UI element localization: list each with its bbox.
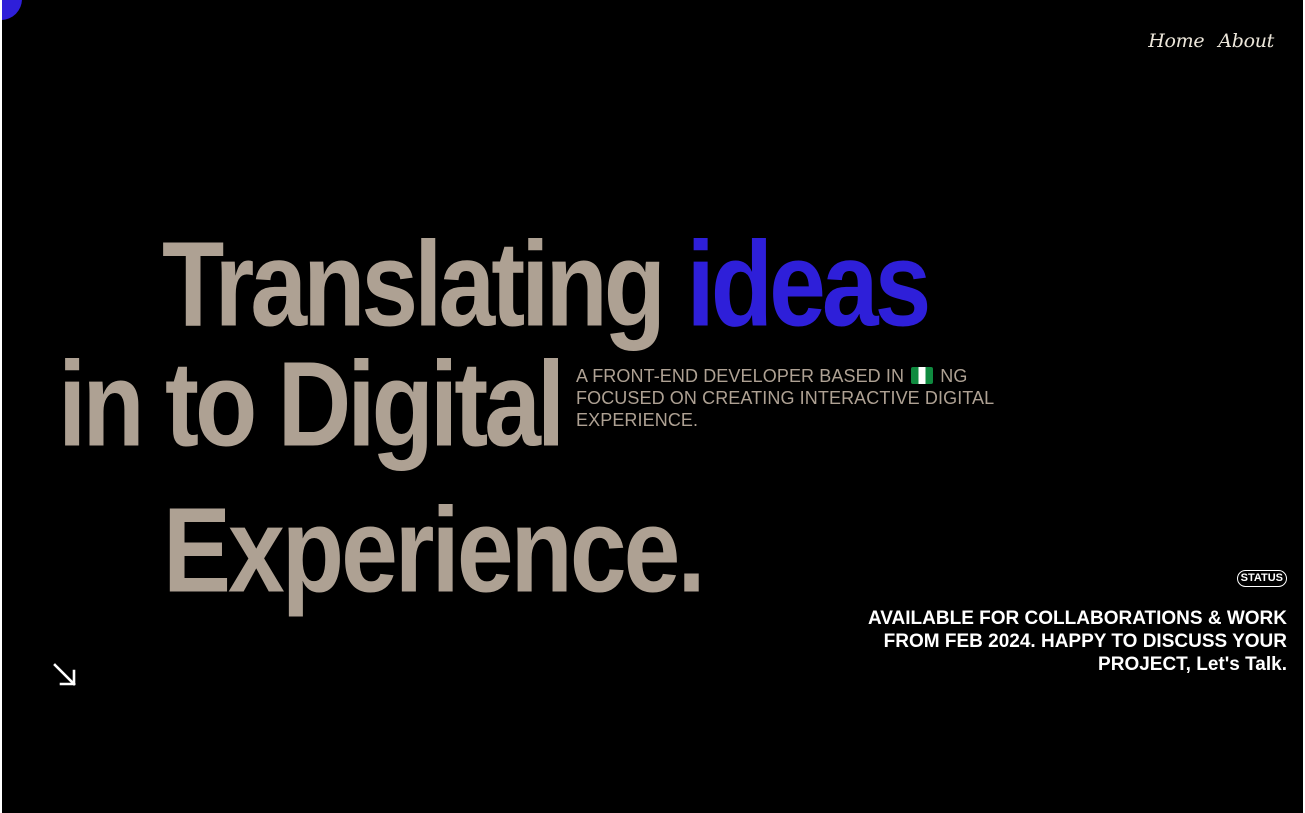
nav-about-link[interactable]: About	[1218, 30, 1274, 52]
headline-line-2: in to Digital	[58, 336, 565, 472]
arrow-down-right-icon[interactable]	[50, 660, 80, 690]
nigeria-flag-icon	[911, 367, 934, 384]
headline-word-ideas: ideas	[686, 216, 931, 352]
headline-line-3: Experience.	[163, 482, 706, 618]
headline-word-translating: Translating	[162, 216, 666, 352]
top-nav: Home About	[1148, 30, 1274, 52]
nav-home-link[interactable]: Home	[1148, 30, 1204, 52]
headline-line-1: Translating ideas	[162, 224, 931, 344]
availability-text: AVAILABLE FOR COLLABORATIONS & WORK FROM…	[867, 608, 1287, 675]
page: Home About Translating ideas in to Digit…	[2, 0, 1303, 813]
intro-text: A FRONT-END DEVELOPER BASED IN NG FOCUSE…	[576, 365, 1046, 431]
status-badge: STATUS	[1236, 570, 1287, 587]
intro-text-before-flag: A FRONT-END DEVELOPER BASED IN	[576, 366, 905, 386]
cursor-dot	[2, 0, 22, 20]
